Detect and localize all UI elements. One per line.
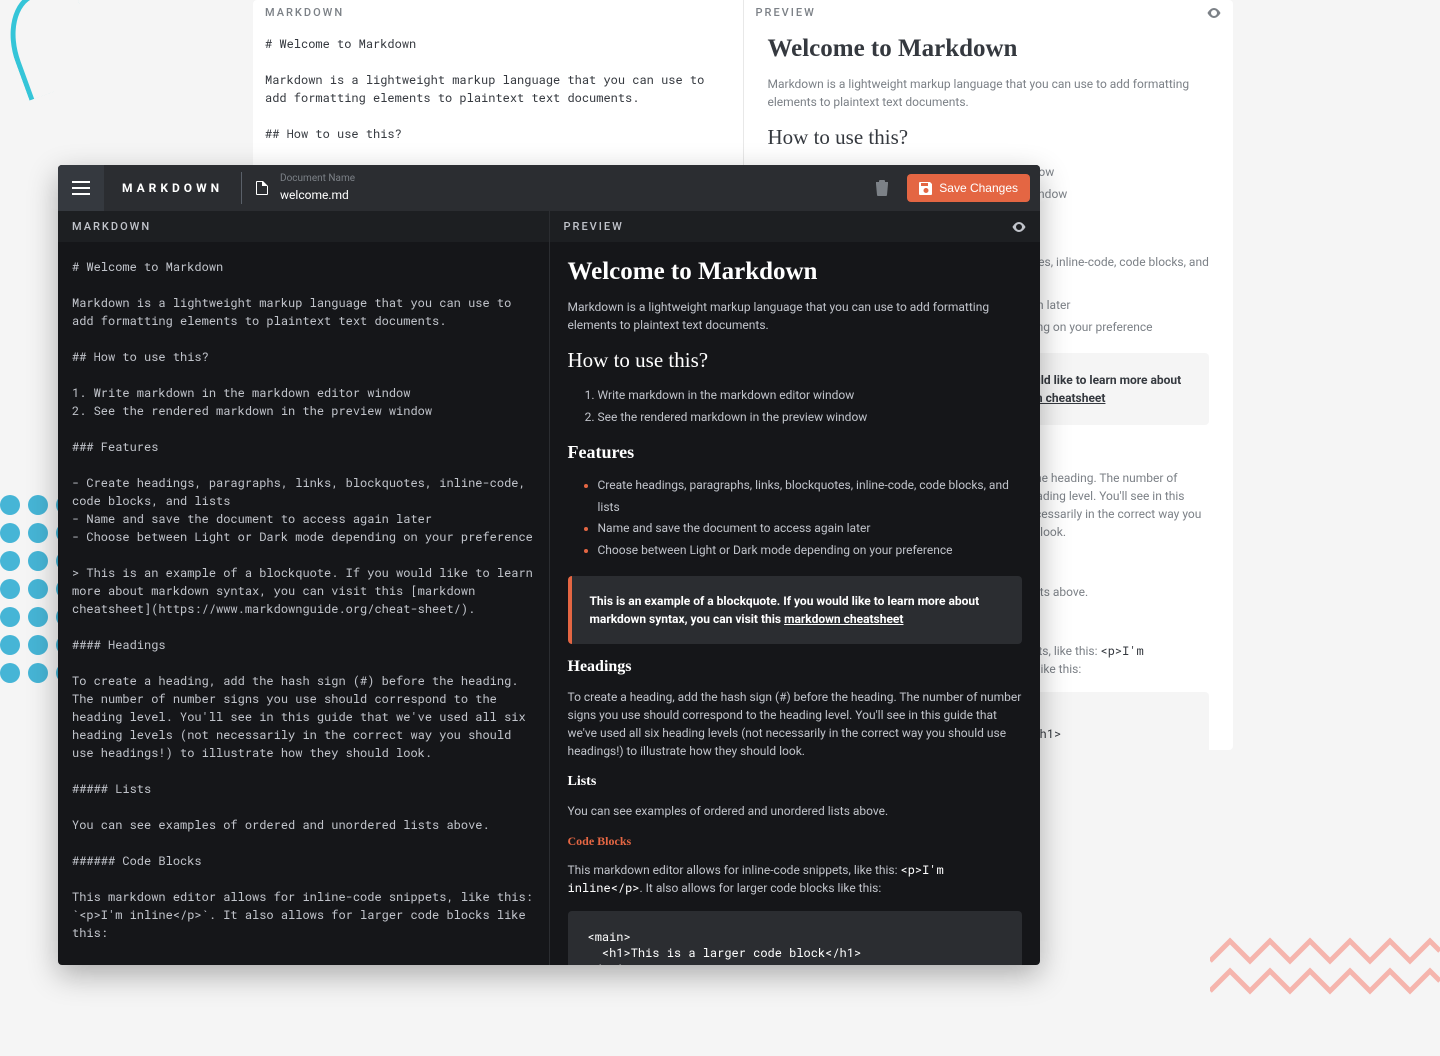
- document-icon: [256, 181, 268, 195]
- app-title: MARKDOWN: [122, 181, 223, 195]
- list-item: Choose between Light or Dark mode depend…: [598, 540, 1023, 562]
- preview-h2: How to use this?: [768, 125, 1210, 150]
- preview-ol: Write markdown in the markdown editor wi…: [598, 385, 1023, 428]
- list-item: Create headings, paragraphs, links, bloc…: [598, 475, 1023, 518]
- preview-h3: Features: [568, 442, 1023, 463]
- light-preview-label: PREVIEW: [756, 6, 816, 19]
- document-info[interactable]: Document Name welcome.md: [241, 172, 355, 204]
- bg-zigzag-decoration: [1210, 936, 1440, 996]
- dark-preview-header: PREVIEW: [550, 211, 1041, 242]
- preview-intro: Markdown is a lightweight markup languag…: [768, 75, 1210, 111]
- preview-lists-p: You can see examples of ordered and unor…: [568, 802, 1023, 820]
- dark-preview-pane: PREVIEW Welcome to Markdown Markdown is …: [549, 211, 1041, 965]
- list-item: See the rendered markdown in the preview…: [598, 407, 1023, 429]
- preview-h6: Code Blocks: [568, 834, 1023, 849]
- dark-markdown-pane: MARKDOWN # Welcome to Markdown Markdown …: [58, 211, 549, 965]
- dark-markdown-header: MARKDOWN: [58, 211, 549, 242]
- list-item: Write markdown in the markdown editor wi…: [598, 385, 1023, 407]
- preview-h2: How to use this?: [568, 348, 1023, 373]
- preview-h5: Lists: [568, 774, 1023, 790]
- save-icon: [919, 181, 933, 195]
- list-item: Name and save the document to access aga…: [598, 518, 1023, 540]
- dark-header: MARKDOWN Document Name welcome.md Save C…: [58, 165, 1040, 211]
- save-button[interactable]: Save Changes: [907, 174, 1030, 202]
- document-name: welcome.md: [280, 188, 349, 202]
- light-markdown-header: MARKDOWN: [253, 0, 743, 19]
- document-label: Document Name: [280, 173, 355, 184]
- preview-cb-p: This markdown editor allows for inline-c…: [568, 861, 1023, 897]
- preview-codeblock: <main> <h1>This is a larger code block</…: [568, 911, 1023, 965]
- dark-markdown-input[interactable]: # Welcome to Markdown Markdown is a ligh…: [58, 242, 549, 965]
- dark-preview-label: PREVIEW: [564, 220, 624, 233]
- trash-icon[interactable]: [875, 180, 889, 196]
- eye-icon[interactable]: [1012, 222, 1026, 232]
- save-label: Save Changes: [939, 181, 1018, 195]
- preview-h1: Welcome to Markdown: [768, 35, 1210, 63]
- preview-headings-p: To create a heading, add the hash sign (…: [568, 688, 1023, 760]
- preview-h1: Welcome to Markdown: [568, 258, 1023, 286]
- light-preview-header: PREVIEW: [744, 0, 1234, 19]
- dark-preview-content: Welcome to Markdown Markdown is a lightw…: [550, 242, 1041, 965]
- preview-blockquote: This is an example of a blockquote. If y…: [568, 576, 1023, 644]
- eye-icon[interactable]: [1207, 8, 1221, 18]
- dark-mode-window: MARKDOWN Document Name welcome.md Save C…: [58, 165, 1040, 965]
- preview-h4: Headings: [568, 658, 1023, 676]
- markdown-cheatsheet-link[interactable]: markdown cheatsheet: [784, 612, 903, 626]
- preview-ul: Create headings, paragraphs, links, bloc…: [598, 475, 1023, 561]
- menu-button[interactable]: [58, 165, 104, 211]
- bg-arc-decoration: [0, 0, 105, 101]
- preview-intro: Markdown is a lightweight markup languag…: [568, 298, 1023, 334]
